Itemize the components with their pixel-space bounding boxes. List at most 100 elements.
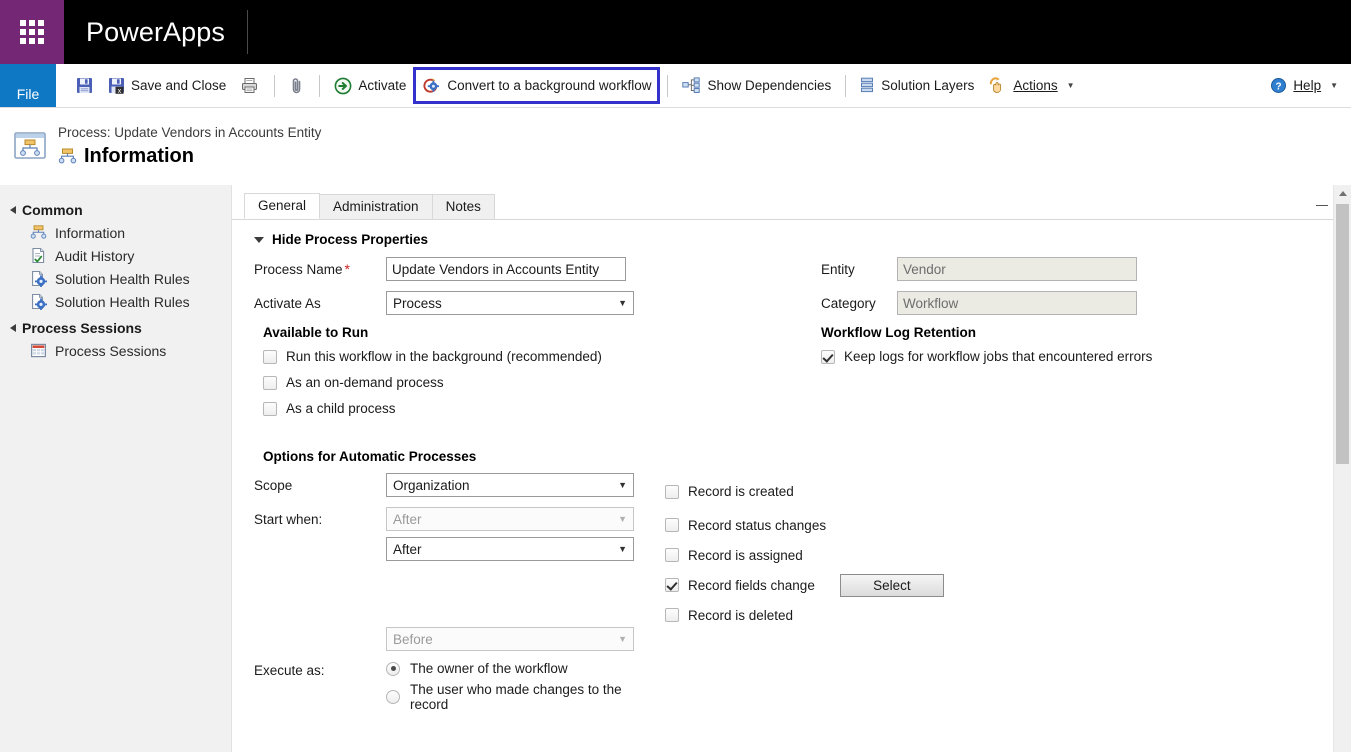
attach-button[interactable] [282,70,312,101]
checkbox-label: Keep logs for workflow jobs that encount… [844,349,1152,364]
properties-columns: Process Name* Activate As Process ▼ Avai… [254,257,1351,427]
start-when-value-2: After [393,542,422,557]
tab-notes[interactable]: Notes [432,194,495,219]
printer-icon [241,77,259,94]
paperclip-icon [290,77,304,95]
entity-label: Entity [821,262,897,277]
available-to-run-title: Available to Run [263,325,784,340]
checkbox-box[interactable] [665,485,679,499]
record-subtitle: Process: Update Vendors in Accounts Enti… [58,124,321,142]
checkbox-child-process[interactable]: As a child process [263,401,784,416]
chevron-down-icon: ▼ [618,634,627,644]
sidebar-item-audit-history[interactable]: Audit History [0,244,231,267]
category-input [897,291,1137,315]
trigger-record-status-changes[interactable]: Record status changes [665,510,995,540]
radio-owner-of-workflow[interactable]: The owner of the workflow [386,661,654,676]
sidebar-item-solution-health-rules-2[interactable]: Solution Health Rules [0,290,231,313]
checkbox-box[interactable] [263,402,277,416]
checkbox-box[interactable] [665,608,679,622]
tab-administration[interactable]: Administration [319,194,433,219]
actions-menu-button[interactable]: Actions ▼ [981,70,1081,101]
select-fields-button[interactable]: Select [840,574,944,597]
trigger-record-is-assigned[interactable]: Record is assigned [665,540,995,570]
start-when-select-3: Before ▼ [386,627,634,651]
show-dependencies-label: Show Dependencies [707,78,831,93]
sidebar-group-header-common[interactable]: Common [0,199,231,221]
tab-general[interactable]: General [244,193,320,219]
start-when-row-2: After ▼ [254,537,654,561]
solution-layers-button[interactable]: Solution Layers [853,70,981,101]
process-name-label: Process Name* [254,261,386,277]
activate-button[interactable]: Activate [327,70,413,101]
process-node-icon [58,147,77,166]
hide-process-properties-toggle[interactable]: Hide Process Properties [254,232,1351,247]
start-when-select-2[interactable]: After ▼ [386,537,634,561]
sidebar-item-solution-health-rules-1[interactable]: Solution Health Rules [0,267,231,290]
checkbox-box[interactable] [263,350,277,364]
scope-value: Organization [393,478,470,493]
collapse-pane-handle[interactable] [1316,205,1328,206]
checkbox-box[interactable] [821,350,835,364]
checkbox-run-in-background[interactable]: Run this workflow in the background (rec… [263,349,784,364]
save-button[interactable] [68,70,101,101]
automatic-left: Scope Organization ▼ Start when: After ▼ [254,473,654,722]
checkbox-box[interactable] [665,578,679,592]
layers-icon [860,77,875,94]
scope-select[interactable]: Organization ▼ [386,473,634,497]
show-dependencies-button[interactable]: Show Dependencies [675,70,838,101]
sidebar-item-information[interactable]: Information [0,221,231,244]
section-toggle-label: Hide Process Properties [272,232,428,247]
help-menu-button[interactable]: ? Help ▼ [1263,70,1345,101]
save-and-close-button[interactable]: x Save and Close [101,70,233,101]
radio-label: The user who made changes to the record [410,682,654,712]
checkbox-on-demand-process[interactable]: As an on-demand process [263,375,784,390]
print-preview-button[interactable] [233,70,267,101]
sidebar-group-process-sessions: Process Sessions Process Sessions [0,317,231,362]
radio-button[interactable] [386,690,400,704]
sidebar-group-header-process-sessions[interactable]: Process Sessions [0,317,231,339]
sidebar-item-label: Information [55,225,125,241]
app-launcher-waffle-icon[interactable] [0,0,64,64]
radio-user-who-made-changes[interactable]: The user who made changes to the record [386,682,654,712]
record-header: Process: Update Vendors in Accounts Enti… [0,108,1351,185]
process-name-row: Process Name* [254,257,784,281]
trigger-record-is-deleted[interactable]: Record is deleted [665,600,995,630]
file-tab[interactable]: File [0,64,56,107]
scope-label: Scope [254,478,386,493]
vertical-scrollbar[interactable] [1333,185,1351,752]
checkbox-box[interactable] [263,376,277,390]
category-row: Category [821,291,1221,315]
activate-as-label: Activate As [254,296,386,311]
trigger-record-is-created[interactable]: Record is created [665,473,995,510]
checkbox-box[interactable] [665,548,679,562]
scope-row: Scope Organization ▼ [254,473,654,497]
body: Common Information [0,185,1351,752]
suite-bar: PowerApps [0,0,1351,64]
process-name-input[interactable] [386,257,626,281]
start-when-row-1: Start when: After ▼ [254,507,654,531]
activate-as-value: Process [393,296,442,311]
scroll-up-arrow-icon[interactable] [1334,185,1351,202]
start-when-label: Start when: [254,512,386,527]
chevron-down-icon: ▼ [618,514,627,524]
toolbar-divider-2 [319,75,320,97]
process-window-icon [12,130,48,162]
form-content: General Administration Notes Hide Proces… [232,185,1351,752]
help-question-icon: ? [1270,77,1287,94]
checkbox-box[interactable] [665,518,679,532]
sidebar-item-process-sessions[interactable]: Process Sessions [0,339,231,362]
radio-button[interactable] [386,662,400,676]
properties-right-column: Entity Category Workflow Log Retention K… [784,257,1221,427]
checkbox-keep-error-logs[interactable]: Keep logs for workflow jobs that encount… [821,349,1221,364]
dependencies-icon [682,77,701,94]
convert-to-background-workflow-button[interactable]: Convert to a background workflow [413,67,660,104]
radio-label: The owner of the workflow [410,661,568,676]
toolbar-divider-4 [845,75,846,97]
toolbar-divider-3 [667,75,668,97]
sidebar-item-label: Audit History [55,248,134,264]
checkbox-label: As an on-demand process [286,375,444,390]
trigger-record-fields-change[interactable]: Record fields change Select [665,570,995,600]
scrollbar-thumb[interactable] [1336,204,1349,464]
form-tabstrip: General Administration Notes [232,194,1351,220]
activate-as-select[interactable]: Process ▼ [386,291,634,315]
